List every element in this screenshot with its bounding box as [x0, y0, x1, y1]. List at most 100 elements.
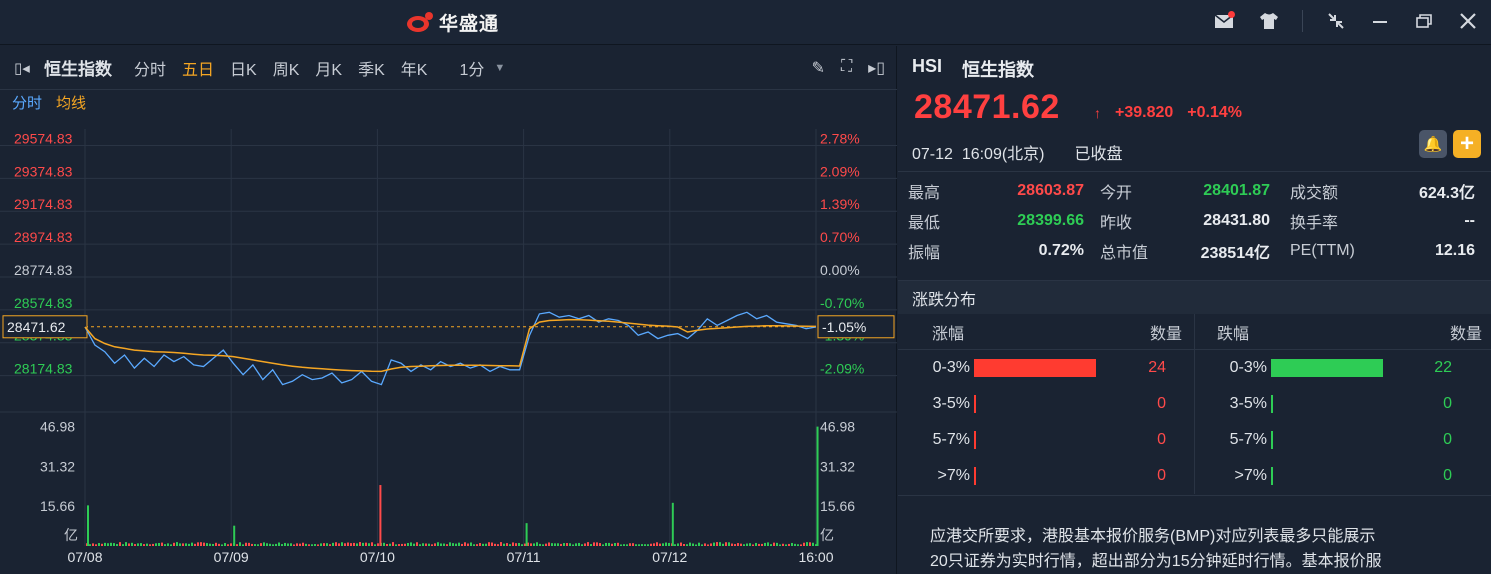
down-bar [1271, 431, 1273, 449]
alert-bell-icon[interactable]: 🔔 [1419, 130, 1447, 158]
volume-bar [425, 543, 427, 546]
volume-bar [812, 542, 814, 546]
volume-bar [602, 544, 604, 546]
stats-row: 最低 28399.66 昨收 28431.80 换手率 -- [898, 206, 1491, 236]
stat-value: 12.16 [1434, 242, 1475, 259]
volume-tick-label-right: 46.98 [820, 419, 855, 435]
restore-icon[interactable] [1413, 10, 1435, 32]
y-tick-label-pct: 0.70% [820, 229, 860, 245]
stat-value: 28401.87 [1203, 182, 1270, 199]
volume-bar [491, 542, 493, 546]
volume-unit-label: 亿 [64, 527, 78, 543]
volume-bar [575, 543, 577, 546]
quote-actions: 🔔 + [1419, 130, 1481, 158]
volume-bar [662, 543, 664, 546]
volume-bar [434, 543, 436, 546]
volume-bar [287, 543, 289, 546]
volume-bar [398, 544, 400, 546]
volume-bar [581, 544, 583, 546]
compress-icon[interactable] [1325, 10, 1347, 32]
volume-bar [656, 542, 658, 546]
volume-bar [521, 544, 523, 546]
volume-bar [758, 543, 760, 546]
mail-icon[interactable] [1214, 10, 1236, 32]
range-label: 5-7% [932, 431, 970, 448]
volume-bar [689, 542, 691, 546]
volume-bar [209, 543, 211, 546]
volume-bar [119, 542, 121, 546]
volume-bar [743, 544, 745, 546]
volume-bar [593, 542, 595, 546]
volume-bar [680, 542, 682, 546]
volume-spike [87, 505, 89, 546]
volume-bar [590, 544, 592, 546]
volume-bar [179, 543, 181, 546]
range-label: 5-7% [1229, 431, 1267, 448]
volume-tick-label-right: 15.66 [820, 498, 855, 514]
volume-spike [816, 426, 819, 546]
down-range-header: 跌幅 [1217, 325, 1250, 343]
quote-price: 28471.62 [914, 88, 1060, 126]
volume-bar [641, 544, 643, 546]
down-count: 0 [1443, 431, 1452, 448]
volume-bar [170, 544, 172, 546]
volume-bar [437, 542, 439, 546]
volume-bar [458, 542, 460, 546]
volume-bar [206, 543, 208, 546]
volume-bar [701, 544, 703, 546]
volume-bar [275, 543, 277, 546]
volume-bar [779, 544, 781, 546]
distribution-title: 涨跌分布 [898, 280, 1491, 314]
close-icon[interactable] [1457, 10, 1479, 32]
quote-code: HSI [912, 56, 943, 76]
volume-bar [305, 543, 307, 546]
volume-bar [164, 544, 166, 546]
volume-bar [734, 544, 736, 546]
volume-bar [401, 543, 403, 546]
x-tick-label: 07/09 [214, 549, 249, 565]
volume-bar [368, 543, 370, 546]
volume-bar [638, 544, 640, 546]
down-count: 0 [1443, 395, 1452, 412]
y-tick-label: 28974.83 [14, 229, 73, 245]
volume-bar [515, 543, 517, 546]
quote-change-value: +39.820 [1115, 104, 1174, 121]
volume-bar [224, 543, 226, 546]
volume-bar [485, 543, 487, 546]
add-watchlist-button[interactable]: + [1453, 130, 1481, 158]
stat-value: 238514亿 [1200, 245, 1270, 262]
five-day-chart[interactable]: 29574.83 2.78% 29374.83 2.09% 29174.83 1.39% 2… [0, 46, 897, 574]
volume-bar [143, 544, 145, 546]
stat-label: 振幅 [908, 245, 941, 262]
x-tick-label: 07/08 [67, 549, 102, 565]
count-header: 数量 [1449, 325, 1482, 343]
volume-bar [122, 544, 124, 546]
stat-label: 总市值 [1100, 245, 1149, 262]
volume-bar [353, 542, 355, 546]
stat-label: 昨收 [1100, 215, 1133, 232]
volume-bar [212, 543, 214, 546]
volume-bar [737, 543, 739, 546]
minimize-icon[interactable] [1369, 10, 1391, 32]
up-count: 0 [1157, 395, 1166, 412]
distribution-row: 5-7% 0 5-7% 0 [898, 422, 1491, 458]
volume-bar [272, 544, 274, 546]
volume-bar [332, 542, 334, 546]
down-bar [1271, 395, 1273, 413]
volume-bar [452, 543, 454, 546]
volume-bar [344, 543, 346, 546]
volume-bar [479, 543, 481, 546]
volume-bar [686, 544, 688, 546]
range-label: 0-3% [932, 359, 970, 376]
volume-bar [569, 543, 571, 546]
volume-bar [242, 544, 244, 546]
volume-bar [749, 543, 751, 546]
shirt-icon[interactable] [1258, 10, 1280, 32]
down-count: 22 [1434, 359, 1452, 376]
avg-line [84, 318, 817, 373]
volume-bar [653, 543, 655, 546]
volume-bar [158, 542, 160, 546]
volume-bar [446, 544, 448, 546]
volume-bar [131, 542, 133, 546]
volume-bar [92, 543, 94, 546]
